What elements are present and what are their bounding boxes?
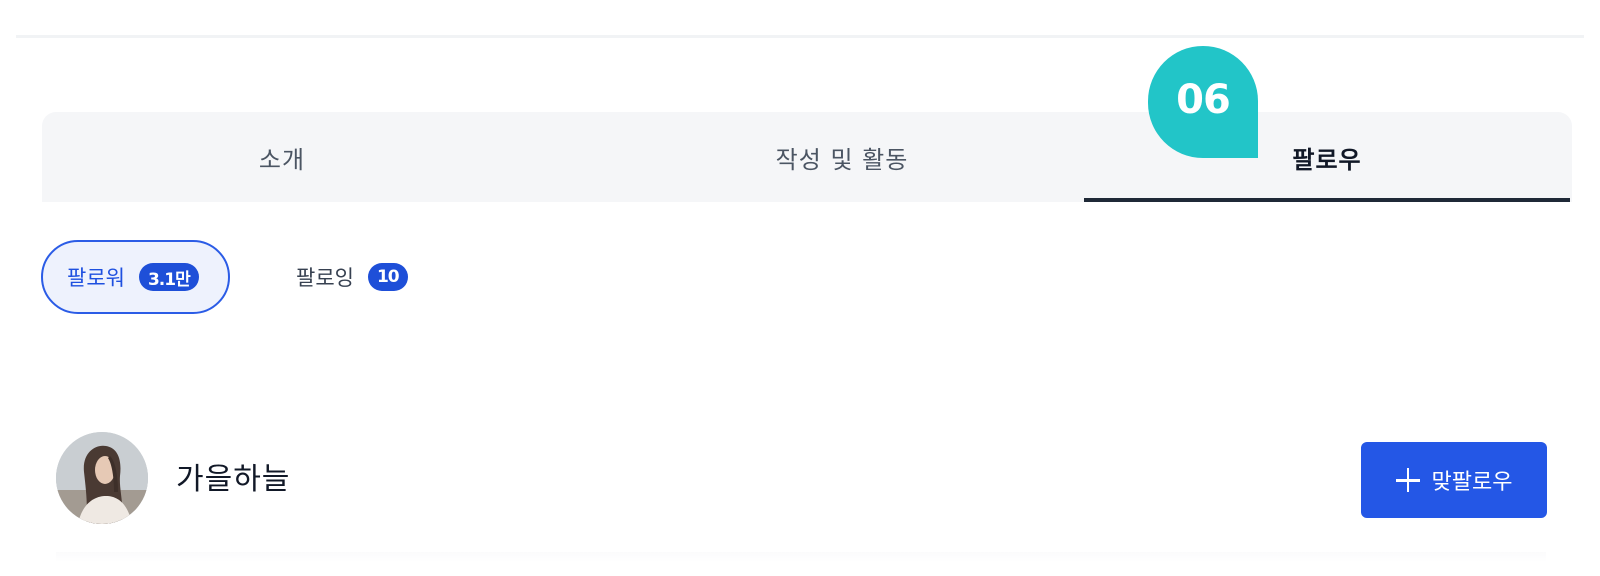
following-count-badge: 10	[367, 263, 408, 291]
follow-back-label: 맞팔로우	[1431, 470, 1513, 495]
follow-back-button[interactable]: 맞팔로우	[1361, 442, 1547, 518]
follower-list-item: 가을하늘 맞팔로우	[56, 432, 1547, 524]
tab-intro[interactable]: 소개	[42, 112, 522, 202]
subtab-following-label: 팔로잉	[296, 266, 354, 290]
tab-activity-label: 작성 및 활동	[775, 145, 909, 174]
tab-follow-label: 팔로우	[1292, 145, 1362, 174]
avatar[interactable]	[56, 432, 148, 524]
user-name[interactable]: 가을하늘	[176, 454, 290, 498]
tab-activity[interactable]: 작성 및 활동	[572, 112, 1112, 202]
subtab-followers-label: 팔로워	[67, 266, 125, 290]
profile-tab-bar: 소개 작성 및 활동 팔로우	[42, 112, 1572, 202]
top-divider	[16, 35, 1584, 38]
subtab-followers[interactable]: 팔로워 3.1만	[41, 240, 230, 314]
plus-icon	[1395, 468, 1420, 492]
list-divider	[56, 552, 1546, 562]
subtab-following[interactable]: 팔로잉 10	[296, 240, 408, 314]
tab-intro-label: 소개	[258, 145, 306, 174]
followers-count-badge: 3.1만	[138, 263, 199, 291]
active-tab-indicator	[1084, 198, 1570, 202]
avatar-photo-icon	[56, 432, 148, 524]
step-number-badge: 06	[1148, 46, 1258, 158]
